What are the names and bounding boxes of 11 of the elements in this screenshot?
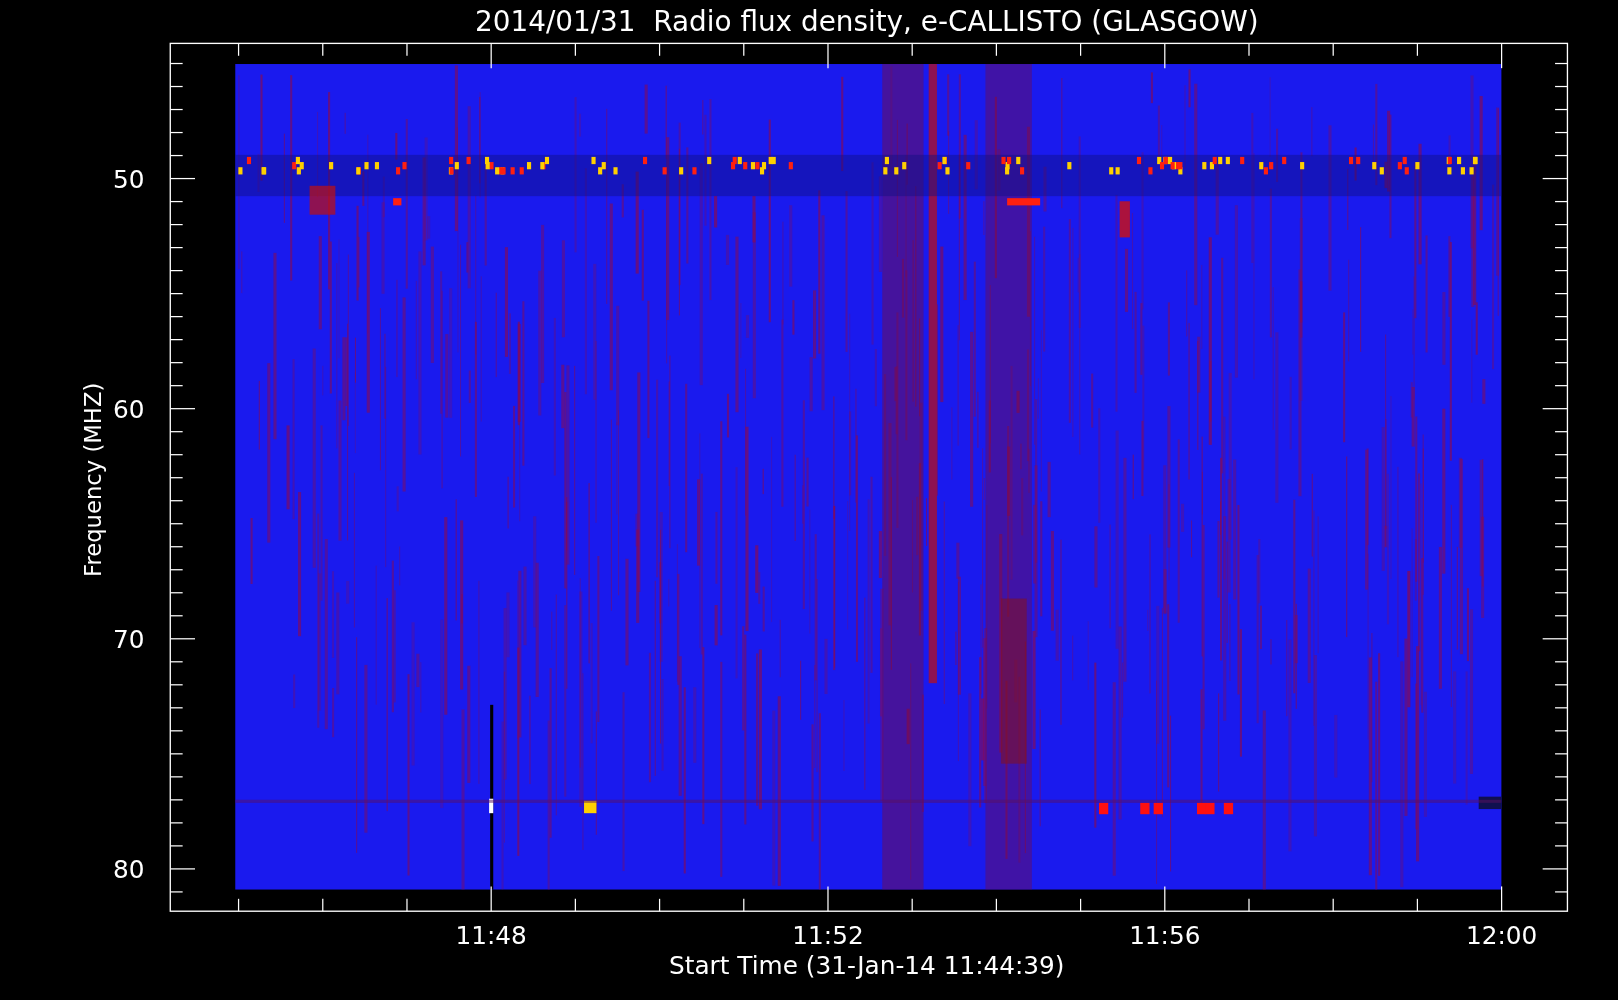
y-axis-label: Frequency (MHZ) — [80, 382, 107, 578]
chart-title: 2014/01/31 Radio flux density, e-CALLISTO (GLASGOW) — [475, 5, 1259, 38]
x-axis-label: Start Time (31-Jan-14 11:44:39) — [669, 951, 1065, 981]
y-tick-label: 60 — [112, 394, 145, 424]
y-tick-label: 70 — [112, 625, 145, 655]
x-tick-label: 12:00 — [1465, 921, 1538, 951]
x-tick-label: 11:56 — [1129, 921, 1201, 951]
y-tick-label: 50 — [112, 164, 145, 194]
y-tick-label: 80 — [112, 855, 145, 885]
x-tick-label: 11:48 — [455, 921, 527, 951]
x-tick-label: 11:52 — [792, 921, 864, 951]
